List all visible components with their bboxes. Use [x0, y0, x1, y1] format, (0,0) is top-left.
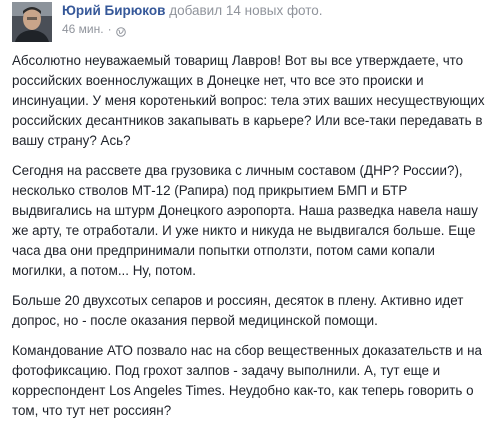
globe-icon[interactable]: [115, 24, 126, 37]
post-timestamp[interactable]: 46 мин.: [62, 20, 104, 38]
post-paragraph: Сегодня на рассвете два грузовика с личн…: [12, 163, 478, 278]
post-paragraph: Командование АТО позвало нас на сбор вещ…: [12, 343, 482, 418]
header-text: Юрий Бирюков добавил 14 новых фото. 46 м…: [62, 2, 490, 38]
post-paragraph: Больше 20 двухсотых сепаров и россиян, д…: [12, 293, 464, 328]
header-line: Юрий Бирюков добавил 14 новых фото.: [62, 2, 490, 20]
facebook-post: Юрий Бирюков добавил 14 новых фото. 46 м…: [0, 0, 500, 418]
post-header: Юрий Бирюков добавил 14 новых фото. 46 м…: [12, 2, 490, 46]
meta-separator: ·: [107, 22, 112, 36]
profile-photo-icon: [12, 2, 52, 42]
post-paragraph: Абсолютно неуважаемый товарищ Лавров! Во…: [12, 53, 485, 148]
post-action-text: добавил 14 новых фото.: [169, 3, 323, 18]
post-body: Абсолютно неуважаемый товарищ Лавров! Во…: [12, 51, 490, 431]
author-name-link[interactable]: Юрий Бирюков: [62, 3, 165, 18]
author-avatar[interactable]: [12, 2, 52, 42]
post-meta: 46 мин. ·: [62, 20, 490, 38]
